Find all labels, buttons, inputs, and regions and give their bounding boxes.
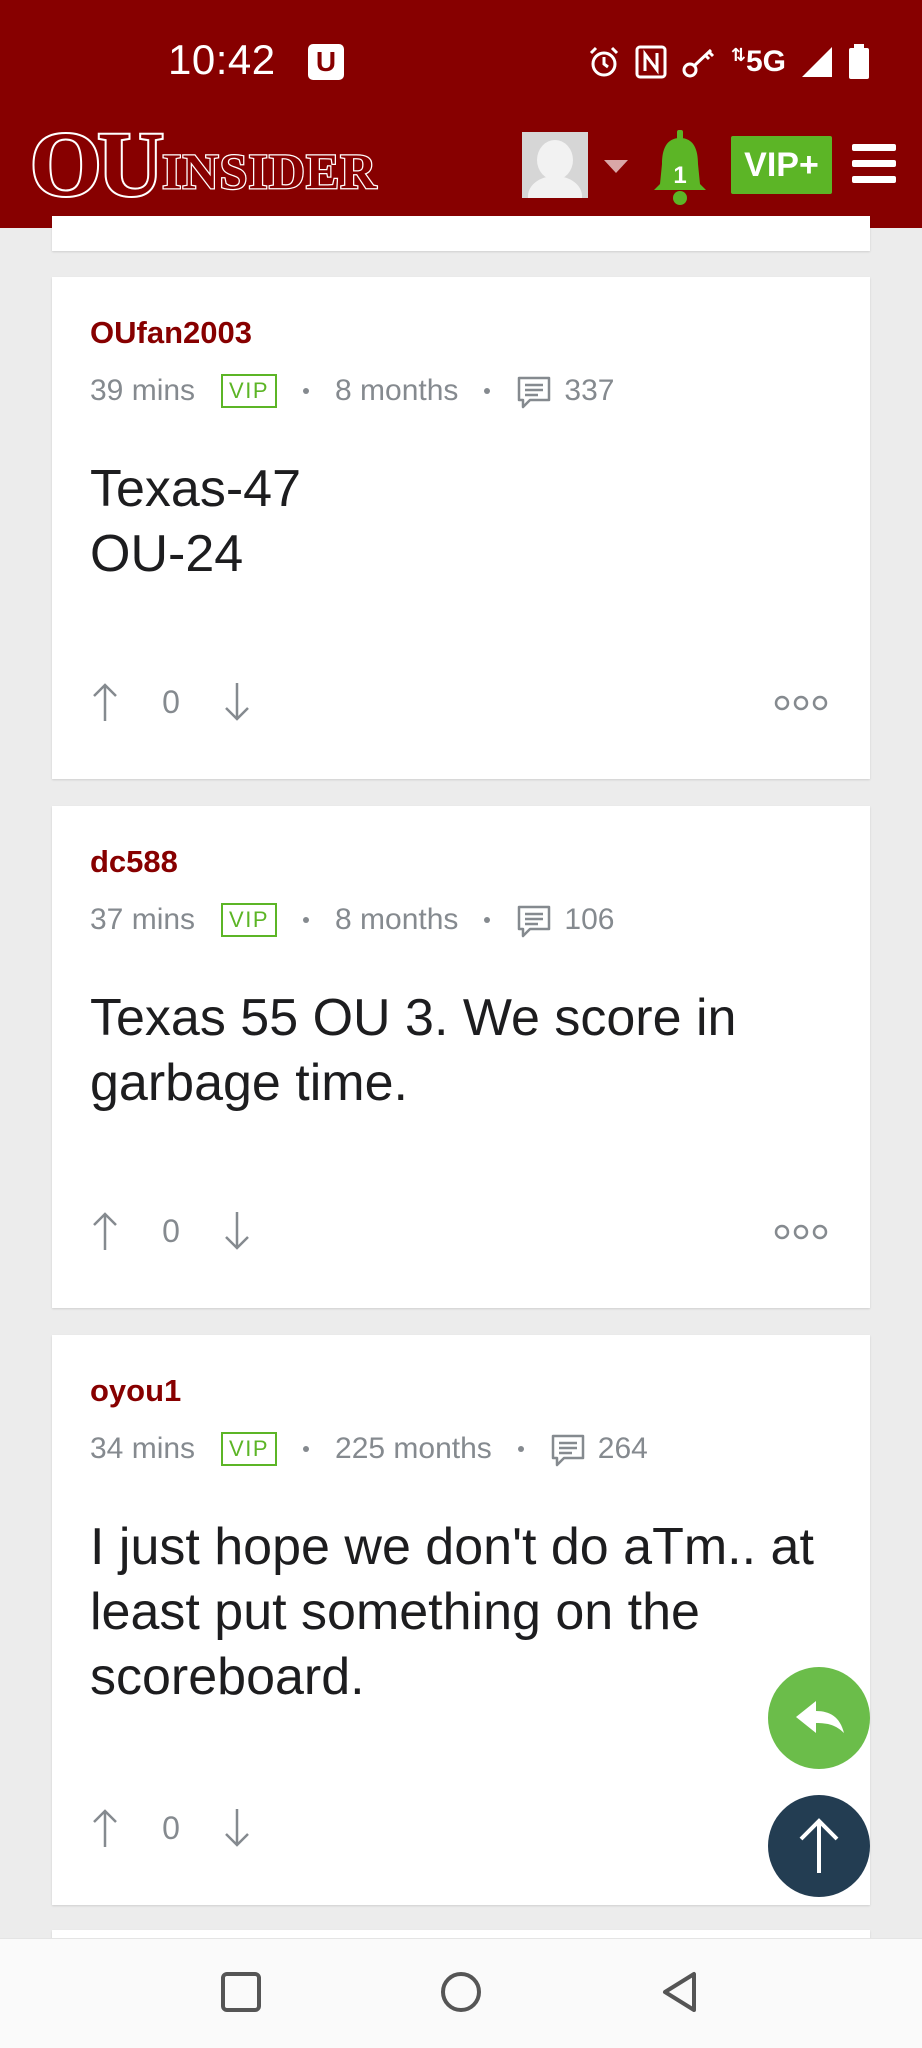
post-username[interactable]: oyou1	[90, 1373, 181, 1409]
more-options-icon[interactable]	[774, 1222, 828, 1242]
separator-dot	[517, 1446, 524, 1452]
post-username[interactable]: dc588	[90, 844, 178, 880]
back-icon[interactable]	[656, 1967, 706, 2017]
network-type: ⇅5G	[730, 45, 786, 78]
top-bar: 10:42 U ⇅5G OU INSIDER 1 VIP+	[0, 0, 922, 228]
downvote-arrow-icon[interactable]	[222, 1807, 252, 1849]
vip-badge: VIP	[221, 1432, 278, 1466]
reply-icon	[796, 1701, 844, 1733]
post-body: Texas 55 OU 3. We score in garbage time.	[90, 989, 737, 1112]
system-nav-bar	[0, 1938, 922, 2048]
post-count: 337	[564, 374, 615, 407]
nfc-icon	[635, 45, 667, 79]
post-body: I just hope we don't do aTm.. at least p…	[90, 1518, 814, 1706]
signal-icon	[802, 47, 832, 77]
key-icon	[682, 48, 714, 78]
vote-count: 0	[162, 1809, 180, 1846]
comment-icon	[551, 1434, 585, 1467]
member-since: 8 months	[335, 903, 459, 936]
post-count: 106	[564, 903, 615, 936]
scroll-to-top-button[interactable]	[768, 1795, 870, 1897]
upvote-arrow-icon[interactable]	[90, 681, 120, 723]
notifications-button[interactable]: 1	[650, 128, 710, 208]
recents-icon[interactable]	[216, 1967, 266, 2017]
vip-badge: VIP	[221, 374, 278, 408]
post-meta: 39 mins VIP 8 months 337	[90, 371, 614, 411]
vip-badge: VIP	[221, 903, 278, 937]
separator-dot	[484, 388, 491, 394]
home-icon[interactable]	[436, 1967, 486, 2017]
vote-controls: 0	[90, 677, 252, 727]
notification-count: 1	[673, 162, 687, 189]
site-header: OU INSIDER 1 VIP+	[0, 112, 922, 228]
status-bar: 10:42 U ⇅5G	[0, 0, 922, 112]
post-time: 34 mins	[90, 1432, 196, 1465]
post-body: Texas-47 OU-24	[90, 460, 301, 583]
hamburger-menu-icon[interactable]	[852, 144, 896, 184]
post-count: 264	[597, 1432, 648, 1465]
ouinsider-logo[interactable]: OU INSIDER	[28, 113, 378, 215]
vote-count: 0	[162, 683, 180, 720]
comment-icon	[518, 376, 551, 409]
user-avatar[interactable]	[522, 132, 588, 198]
post-time: 39 mins	[90, 374, 196, 407]
previous-post-card	[52, 216, 870, 251]
separator-dot	[303, 388, 310, 394]
upvote-arrow-icon[interactable]	[90, 1807, 120, 1849]
separator-dot	[484, 917, 491, 923]
post-time: 37 mins	[90, 903, 196, 936]
chevron-down-icon[interactable]	[604, 160, 628, 173]
vote-controls: 0	[90, 1803, 252, 1853]
downvote-arrow-icon[interactable]	[222, 1210, 252, 1252]
separator-dot	[303, 1446, 310, 1452]
comment-icon	[518, 905, 551, 938]
logo-insider-text: INSIDER	[161, 142, 378, 201]
status-time: 10:42	[168, 36, 276, 83]
battery-icon	[849, 44, 869, 79]
post-card: OUfan2003 39 mins VIP 8 months 337 Texas…	[52, 277, 870, 779]
status-icons: ⇅5G	[587, 40, 870, 84]
upvote-arrow-icon[interactable]	[90, 1210, 120, 1252]
downvote-arrow-icon[interactable]	[222, 681, 252, 723]
member-since: 225 months	[335, 1432, 492, 1465]
reply-button[interactable]	[768, 1667, 870, 1769]
post-card: dc588 37 mins VIP 8 months 106 Texas 55 …	[52, 806, 870, 1308]
arrow-up-icon	[799, 1818, 839, 1873]
vote-count: 0	[162, 1212, 180, 1249]
separator-dot	[303, 917, 310, 923]
vote-controls: 0	[90, 1206, 252, 1256]
logo-ou-text: OU	[28, 113, 166, 215]
app-notification-icon: U	[308, 44, 344, 80]
post-card: oyou1 34 mins VIP 225 months 264 I just …	[52, 1335, 870, 1905]
more-options-icon[interactable]	[774, 693, 828, 713]
post-meta: 34 mins VIP 225 months 264	[90, 1429, 648, 1469]
alarm-icon	[589, 46, 618, 77]
post-meta: 37 mins VIP 8 months 106	[90, 900, 614, 940]
post-username[interactable]: OUfan2003	[90, 315, 252, 351]
vip-plus-button[interactable]: VIP+	[731, 136, 832, 194]
member-since: 8 months	[335, 374, 459, 407]
